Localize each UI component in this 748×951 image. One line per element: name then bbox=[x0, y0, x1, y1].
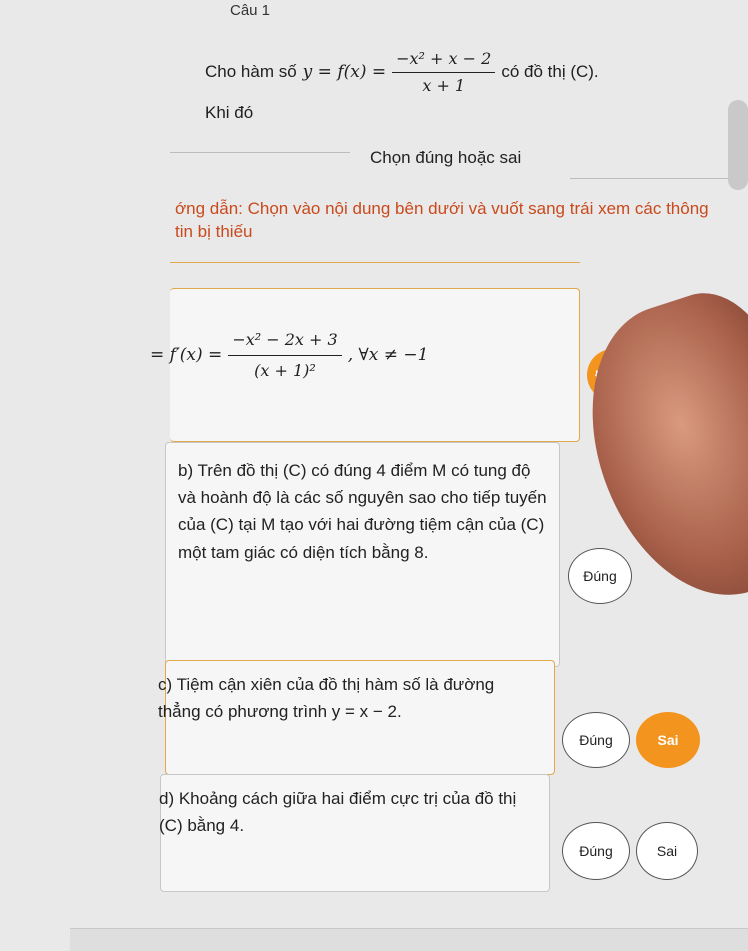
instruction-text: ớng dẫn: Chọn vào nội dung bên dưới và v… bbox=[175, 199, 709, 241]
statement-a-content: = f′(x) = −x² − 2x + 3 (x + 1)² , ∀x ≠ −… bbox=[150, 327, 428, 383]
statement-a-numerator: −x² − 2x + 3 bbox=[228, 327, 342, 356]
statement-b-text: b) Trên đồ thị (C) có đúng 4 điểm M có t… bbox=[178, 461, 547, 562]
statement-c-text: c) Tiệm cận xiên của đồ thị hàm số là đư… bbox=[158, 675, 495, 722]
mode-title: Chọn đúng hoặc sai bbox=[370, 148, 522, 167]
statement-card-b[interactable]: b) Trên đồ thị (C) có đúng 4 điểm M có t… bbox=[165, 442, 560, 667]
statement-line2: Khi đó bbox=[205, 103, 254, 123]
fraction-numerator: −x² + x − 2 bbox=[392, 48, 496, 73]
question-number: Câu 1 bbox=[230, 2, 271, 19]
statement-a-denominator: (x + 1)² bbox=[254, 360, 316, 380]
statement-prefix: Cho hàm số bbox=[205, 61, 297, 81]
statement-a-condition: , ∀x ≠ −1 bbox=[347, 344, 429, 365]
instruction-divider bbox=[170, 262, 580, 263]
function-lhs: y = f(x) = bbox=[302, 61, 387, 82]
function-fraction: −x² + x − 2 x + 1 bbox=[392, 48, 496, 96]
divider-left bbox=[170, 152, 350, 153]
statement-a-fraction: −x² − 2x + 3 (x + 1)² bbox=[228, 327, 342, 383]
statement-card-d[interactable]: d) Khoảng cách giữa hai điểm cực trị của… bbox=[159, 774, 550, 892]
statement-d-true-button[interactable]: Đúng bbox=[562, 822, 630, 880]
statement-card-c[interactable]: c) Tiệm cận xiên của đồ thị hàm số là đư… bbox=[158, 660, 555, 775]
scrollbar-thumb[interactable] bbox=[728, 100, 748, 190]
statement-b-true-button[interactable]: Đúng bbox=[568, 548, 632, 604]
statement-d-false-button[interactable]: Sai bbox=[636, 822, 698, 880]
divider-right bbox=[570, 178, 730, 179]
statement-a-lhs: = f′(x) = bbox=[150, 344, 223, 365]
fraction-denominator: x + 1 bbox=[422, 75, 466, 95]
quiz-page: Câu 1 Cho hàm số y = f(x) = −x² + x − 2 … bbox=[0, 0, 748, 951]
statement-card-a[interactable]: = f′(x) = −x² − 2x + 3 (x + 1)² , ∀x ≠ −… bbox=[150, 288, 580, 442]
bottom-bar bbox=[70, 928, 748, 951]
statement-suffix: có đồ thị (C). bbox=[501, 61, 599, 81]
statement-c-false-button[interactable]: Sai bbox=[636, 712, 700, 768]
statement-d-text: d) Khoảng cách giữa hai điểm cực trị của… bbox=[159, 789, 517, 836]
question-statement: Cho hàm số y = f(x) = −x² + x − 2 x + 1 … bbox=[205, 48, 725, 125]
statement-c-true-button[interactable]: Đúng bbox=[562, 712, 630, 768]
